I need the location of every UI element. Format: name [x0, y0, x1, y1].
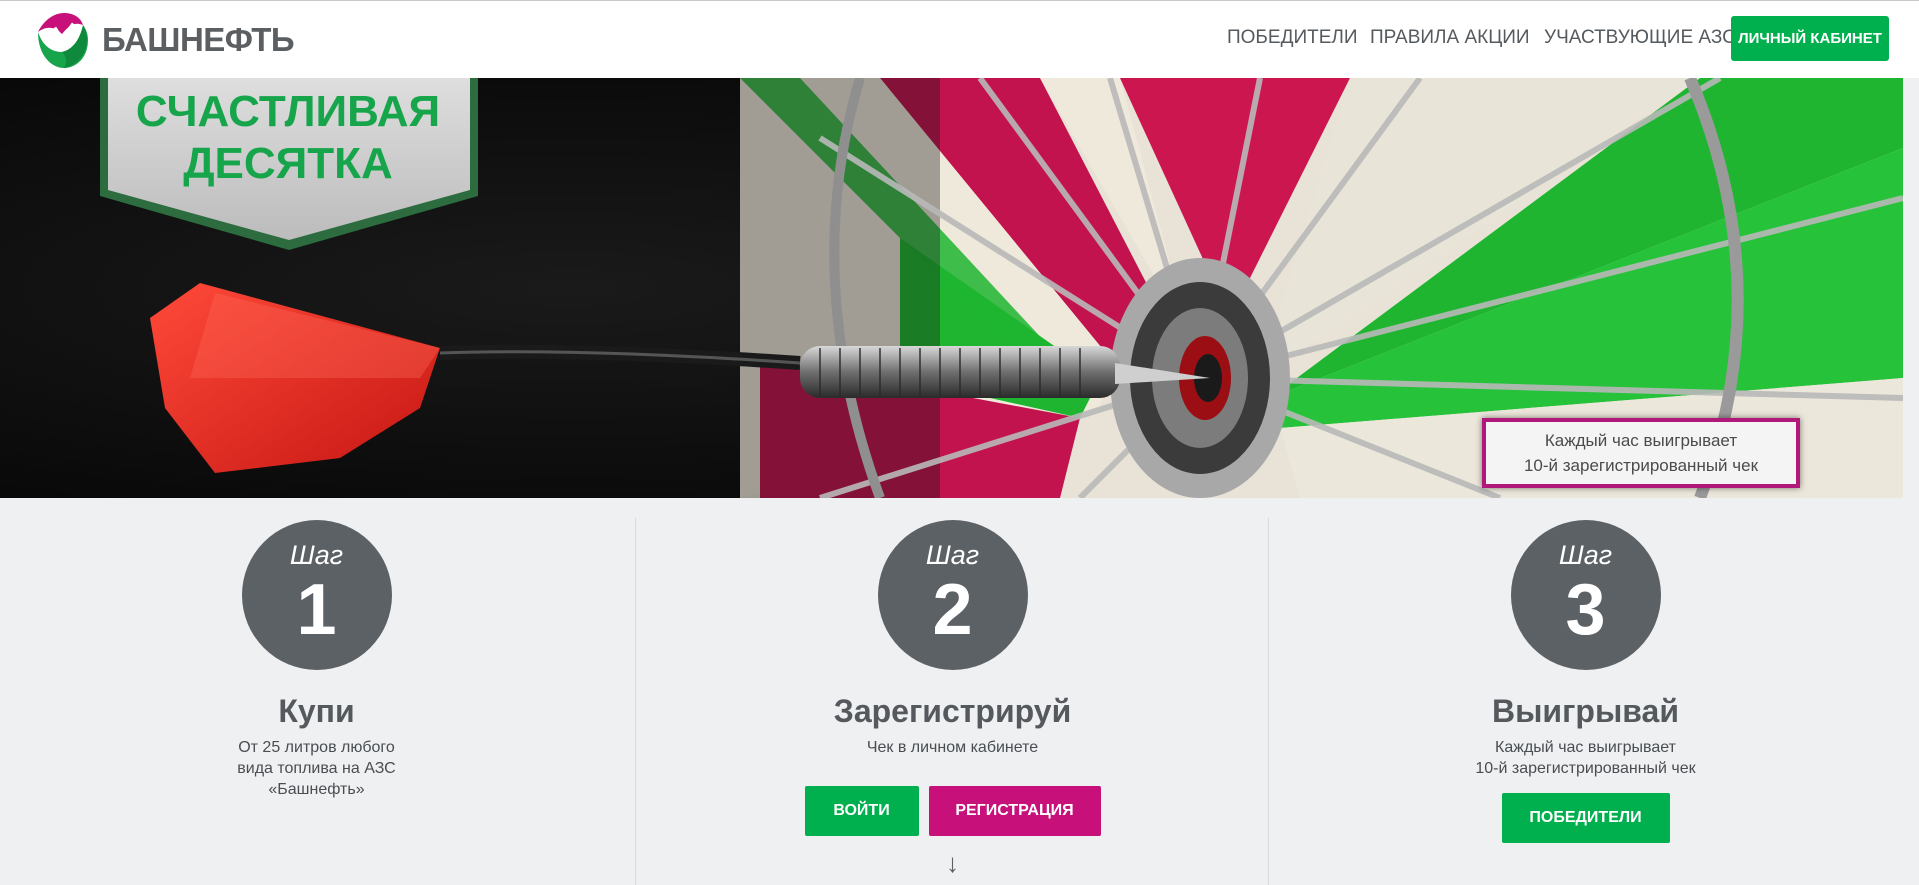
nav-stations[interactable]: УЧАСТВУЮЩИЕ АЗС: [1544, 27, 1736, 51]
step-prefix: Шаг: [1558, 540, 1613, 570]
nav-rules[interactable]: ПРАВИЛА АКЦИИ: [1370, 27, 1530, 51]
step-badge: Шаг 3: [1510, 520, 1661, 670]
steps-section: Шаг 1 Купи От 25 литров любого вида топл…: [0, 498, 1919, 885]
promo-note: Каждый час выигрывает 10-й зарегистриров…: [1482, 418, 1800, 488]
winners-button[interactable]: ПОБЕДИТЕЛИ: [1501, 793, 1670, 843]
personal-cabinet-button[interactable]: ЛИЧНЫЙ КАБИНЕТ: [1731, 16, 1889, 61]
step-buy: Шаг 1 Купи От 25 литров любого вида топл…: [0, 520, 633, 800]
step-description-line-2: 10-й зарегистрированный чек: [1475, 760, 1696, 777]
step-title: Купи: [278, 693, 355, 729]
step-description-line-1: Каждый час выигрывает: [1495, 739, 1676, 756]
hero-banner: СЧАСТЛИВАЯ ДЕСЯТКА Каждый час выигрывает…: [0, 78, 1903, 498]
step-number: 2: [932, 570, 973, 650]
step-title: Выигрывай: [1491, 693, 1680, 729]
step-description: От 25 литров любого вида топлива на АЗС …: [237, 739, 396, 798]
logo-text[interactable]: БАШНЕФТЬ: [102, 21, 295, 59]
promo-title: СЧАСТЛИВАЯ ДЕСЯТКА: [100, 86, 476, 190]
promo-note-line-2: 10-й зарегистрированный чек: [1523, 456, 1759, 475]
step-number: 1: [296, 570, 337, 650]
login-button[interactable]: ВОЙТИ: [804, 786, 919, 836]
step-number: 3: [1565, 570, 1606, 650]
step-win: Шаг 3 Выигрывай Каждый час выигрывает 10…: [1269, 520, 1902, 843]
step-prefix: Шаг: [925, 540, 980, 570]
step-description: Чек в личном кабинете: [866, 739, 1039, 756]
step-badge: Шаг 2: [877, 520, 1028, 670]
step-description: Каждый час выигрывает 10-й зарегистриров…: [1269, 737, 1902, 779]
site-header: БАШНЕФТЬ ПОБЕДИТЕЛИ ПРАВИЛА АКЦИИ УЧАСТВ…: [0, 1, 1919, 78]
step-title: Зарегистрируй: [833, 693, 1072, 729]
step-register: Шаг 2 Зарегистрируй Чек в личном кабинет…: [636, 520, 1269, 876]
promo-title-line-1: СЧАСТЛИВАЯ: [135, 87, 441, 136]
nav-winners[interactable]: ПОБЕДИТЕЛИ: [1227, 27, 1358, 51]
step-prefix: Шаг: [289, 540, 344, 570]
promo-title-line-2: ДЕСЯТКА: [183, 139, 393, 188]
bashneft-logo-icon[interactable]: [32, 10, 92, 70]
promo-note-line-1: Каждый час выигрывает: [1544, 431, 1738, 450]
register-button[interactable]: РЕГИСТРАЦИЯ: [928, 786, 1101, 836]
auth-buttons: ВОЙТИ РЕГИСТРАЦИЯ: [636, 786, 1269, 836]
arrow-down-icon[interactable]: ↓: [636, 850, 1269, 876]
step-badge: Шаг 1: [241, 520, 392, 670]
winners-button-row: ПОБЕДИТЕЛИ: [1269, 793, 1902, 843]
